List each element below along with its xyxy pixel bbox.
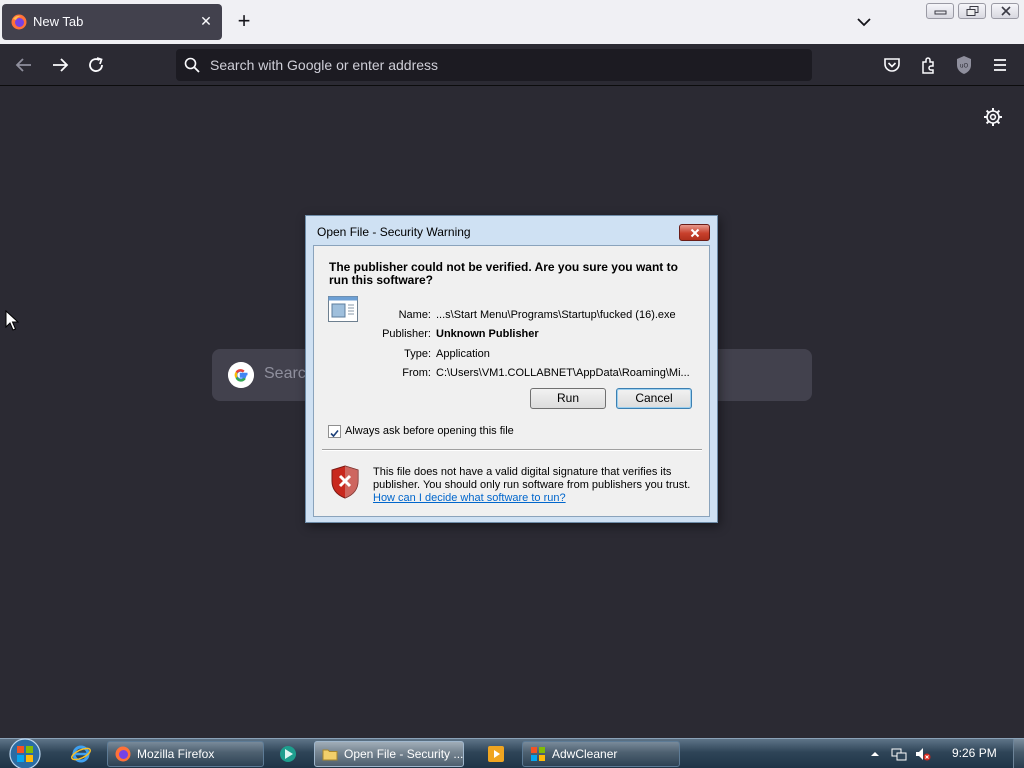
- always-ask-label[interactable]: Always ask before opening this file: [345, 425, 514, 437]
- folder-icon: [322, 749, 338, 761]
- network-icon[interactable]: [891, 747, 907, 761]
- window-close-button[interactable]: [991, 3, 1019, 19]
- ublock-shield-icon[interactable]: uO: [952, 53, 976, 77]
- gear-icon[interactable]: [982, 106, 1004, 128]
- name-value: ...s\Start Menu\Programs\Startup\fucked …: [436, 309, 676, 321]
- warning-heading: The publisher could not be verified. Are…: [329, 260, 678, 287]
- internet-explorer-icon[interactable]: [70, 743, 92, 765]
- from-value: C:\Users\VM1.COLLABNET\AppData\Roaming\M…: [436, 367, 690, 379]
- dialog-close-button[interactable]: [679, 224, 710, 241]
- forward-icon[interactable]: [48, 53, 72, 77]
- dialog-body: The publisher could not be verified. Are…: [313, 245, 710, 517]
- taskbar-label: Open File - Security ...: [344, 747, 464, 761]
- address-placeholder: Search with Google or enter address: [210, 57, 439, 73]
- taskbar-clock[interactable]: 9:26 PM: [952, 746, 997, 760]
- taskbar-label: Mozilla Firefox: [137, 747, 215, 761]
- volume-muted-icon[interactable]: [915, 747, 931, 761]
- extensions-icon[interactable]: [916, 53, 940, 77]
- tab-title: New Tab: [33, 14, 84, 29]
- show-desktop-button[interactable]: [1013, 739, 1024, 768]
- back-icon[interactable]: [12, 53, 36, 77]
- address-bar[interactable]: Search with Google or enter address: [176, 49, 812, 81]
- svg-text:uO: uO: [960, 63, 969, 70]
- help-link[interactable]: How can I decide what software to run?: [373, 492, 566, 504]
- tab-close-icon[interactable]: ✕: [198, 13, 214, 29]
- security-warning-dialog: Open File - Security Warning The publish…: [305, 215, 718, 523]
- menu-icon[interactable]: [988, 53, 1012, 77]
- taskbar-button-security-dialog[interactable]: Open File - Security ...: [314, 741, 464, 767]
- taskbar: Mozilla Firefox Open File - Security ...…: [0, 738, 1024, 768]
- divider: [322, 449, 702, 451]
- media-player-icon[interactable]: [277, 743, 299, 765]
- google-icon: [228, 362, 254, 388]
- run-button[interactable]: Run: [530, 388, 606, 409]
- minimize-button[interactable]: [926, 3, 954, 19]
- start-button[interactable]: [4, 737, 46, 768]
- firefox-icon: [11, 14, 27, 30]
- firefox-icon: [115, 746, 131, 762]
- tab-strip: New Tab ✕ +: [0, 0, 1024, 44]
- always-ask-checkbox[interactable]: [328, 425, 341, 438]
- restore-button[interactable]: [958, 3, 986, 19]
- close-icon: [690, 228, 700, 238]
- tray-expand-icon[interactable]: [867, 747, 883, 761]
- new-tab-button[interactable]: +: [232, 10, 256, 34]
- taskbar-button-firefox[interactable]: Mozilla Firefox: [107, 741, 264, 767]
- reload-icon[interactable]: [84, 53, 108, 77]
- minimize-icon: [934, 10, 947, 15]
- security-shield-icon: [331, 465, 359, 499]
- chevron-down-icon[interactable]: [852, 12, 876, 32]
- close-icon: [1001, 6, 1011, 16]
- from-label: From:: [402, 367, 431, 379]
- name-label: Name:: [398, 309, 431, 321]
- pocket-icon[interactable]: [880, 53, 904, 77]
- media-center-icon[interactable]: [485, 743, 507, 765]
- taskbar-label: AdwCleaner: [552, 747, 618, 761]
- tab-new-tab[interactable]: New Tab ✕: [2, 4, 222, 40]
- adwcleaner-icon: [531, 747, 545, 761]
- mouse-pointer-icon: [5, 310, 19, 331]
- search-icon: [184, 57, 200, 73]
- type-value: Application: [436, 348, 490, 360]
- checkmark-icon: [330, 429, 339, 438]
- restore-icon: [966, 6, 979, 16]
- nav-bar: Search with Google or enter address uO: [0, 44, 1024, 86]
- taskbar-button-adwcleaner[interactable]: AdwCleaner: [522, 741, 680, 767]
- cancel-button[interactable]: Cancel: [616, 388, 692, 409]
- publisher-label: Publisher:: [382, 328, 431, 340]
- type-label: Type:: [404, 348, 431, 360]
- signature-warning-text: This file does not have a valid digital …: [373, 466, 691, 491]
- publisher-value: Unknown Publisher: [436, 328, 539, 340]
- dialog-title: Open File - Security Warning: [317, 225, 471, 239]
